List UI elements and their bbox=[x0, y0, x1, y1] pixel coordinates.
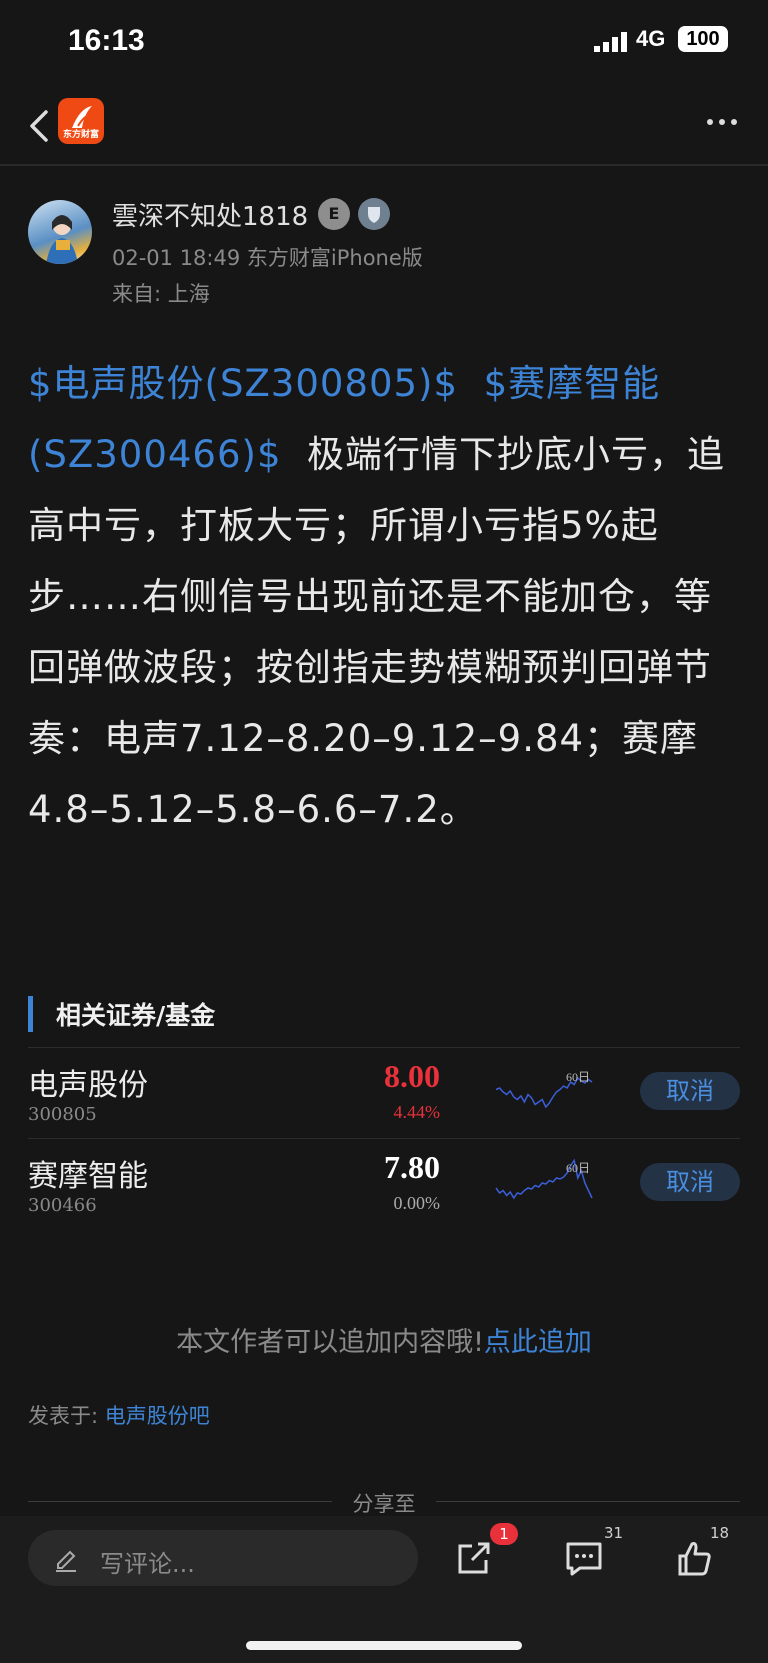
comment-placeholder: 写评论... bbox=[100, 1550, 195, 1578]
security-code: 300466 bbox=[28, 1195, 97, 1216]
posted-in: 发表于: 电声股份吧 bbox=[28, 1400, 210, 1430]
network-type: 4G bbox=[636, 26, 666, 51]
back-chevron-icon[interactable] bbox=[24, 106, 54, 146]
security-row-300466[interactable]: 赛摩智能 300466 7.80 0.00% 60日 取消 bbox=[0, 1139, 768, 1229]
post-origin: 来自: 上海 bbox=[112, 282, 210, 306]
security-row-300805[interactable]: 电声股份 300805 8.00 4.44% 60日 取消 bbox=[0, 1048, 768, 1138]
author-name[interactable]: 雲深不知处1818 bbox=[112, 196, 308, 233]
comment-icon[interactable] bbox=[562, 1536, 606, 1580]
shield-badge-icon bbox=[358, 198, 390, 230]
append-content-link[interactable]: 点此追加 bbox=[484, 1327, 592, 1358]
comment-count: 31 bbox=[604, 1524, 624, 1542]
post-text: 极端行情下抄底小亏，追高中亏，打板大亏；所谓小亏指5%起步……右侧信号出现前还是… bbox=[28, 433, 726, 831]
status-time: 16:13 bbox=[68, 24, 145, 57]
app-logo[interactable]: 东方财富 bbox=[58, 98, 104, 144]
signal-icon bbox=[594, 32, 627, 52]
like-thumb-icon[interactable] bbox=[672, 1536, 716, 1580]
logo-text: 东方财富 bbox=[62, 130, 99, 140]
cancel-follow-button[interactable]: 取消 bbox=[640, 1072, 740, 1110]
pencil-icon bbox=[56, 1550, 76, 1572]
security-price: 7.80 bbox=[384, 1149, 440, 1185]
append-tip-text: 本文作者可以追加内容哦! bbox=[176, 1327, 484, 1358]
share-label: 分享至 bbox=[352, 1492, 416, 1516]
section-accent bbox=[28, 996, 33, 1032]
posted-in-label: 发表于: bbox=[28, 1404, 105, 1428]
share-icon[interactable] bbox=[452, 1536, 496, 1580]
comment-input[interactable] bbox=[28, 1530, 418, 1586]
related-securities-title: 相关证券/基金 bbox=[56, 1001, 216, 1030]
more-options-icon[interactable] bbox=[704, 112, 740, 132]
like-count: 18 bbox=[710, 1524, 730, 1542]
security-change: 4.44% bbox=[393, 1102, 441, 1122]
forum-link[interactable]: 电声股份吧 bbox=[105, 1404, 210, 1428]
security-name: 电声股份 bbox=[28, 1068, 148, 1103]
security-name: 赛摩智能 bbox=[28, 1159, 148, 1194]
home-indicator bbox=[246, 1641, 522, 1650]
append-content-tip: 本文作者可以追加内容哦!点此追加 bbox=[0, 1320, 768, 1359]
user-level-badge: E bbox=[318, 198, 350, 230]
nav-bar bbox=[0, 88, 768, 166]
security-change: 0.00% bbox=[393, 1193, 441, 1213]
stock-link-300805[interactable]: $电声股份(SZ300805)$ bbox=[28, 362, 458, 405]
post-meta: 02-01 18:49 东方财富iPhone版 bbox=[112, 246, 423, 270]
share-badge: 1 bbox=[490, 1523, 518, 1545]
cancel-follow-button[interactable]: 取消 bbox=[640, 1163, 740, 1201]
avatar[interactable] bbox=[28, 200, 92, 264]
security-code: 300805 bbox=[28, 1104, 97, 1125]
sparkline-label: 60日 bbox=[566, 1070, 591, 1084]
battery-indicator: 100 bbox=[678, 26, 728, 52]
post-content: $电声股份(SZ300805)$ $赛摩智能(SZ300466)$ 极端行情下抄… bbox=[28, 348, 740, 845]
sparkline-label: 60日 bbox=[566, 1161, 591, 1175]
security-price: 8.00 bbox=[384, 1058, 440, 1094]
